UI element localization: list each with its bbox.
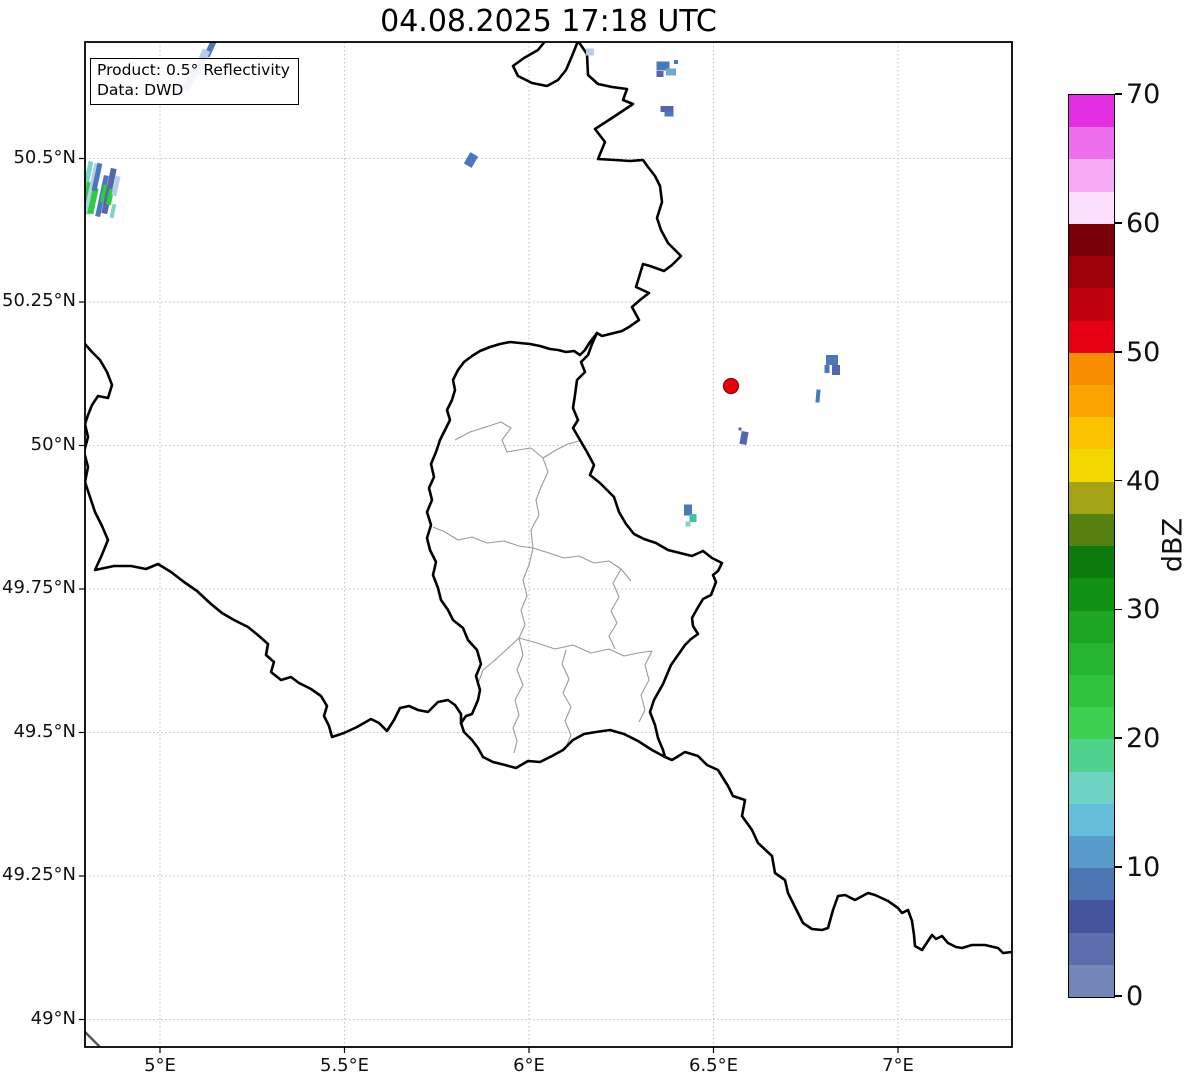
site-marker-dot bbox=[722, 377, 740, 395]
y-tick-label: 49.5°N bbox=[13, 720, 76, 742]
radar-map-figure: 04.08.2025 17:18 UTC Product: 0.5° Refle… bbox=[0, 0, 1202, 1081]
radar-echo-cell bbox=[689, 514, 697, 522]
colorbar-segment bbox=[1069, 868, 1114, 901]
y-tick-label: 50°N bbox=[30, 433, 76, 455]
canton-boundaries bbox=[432, 421, 653, 754]
radar-echo-cell bbox=[815, 389, 821, 403]
colorbar-segment bbox=[1069, 674, 1114, 708]
colorbar-segment bbox=[1069, 223, 1114, 257]
x-tick-label: 5°E bbox=[144, 1055, 176, 1076]
colorbar-segment bbox=[1069, 320, 1114, 353]
colorbar-segment bbox=[1069, 642, 1114, 675]
colorbar-tick-mark bbox=[1114, 608, 1122, 611]
colorbar-tick-label: 0 bbox=[1126, 981, 1144, 1012]
colorbar-tick-label: 50 bbox=[1126, 336, 1161, 368]
colorbar-segment bbox=[1069, 513, 1114, 547]
colorbar-segment bbox=[1069, 836, 1114, 869]
border-corner-fragment bbox=[85, 1030, 101, 1047]
radar-echo-cell bbox=[685, 521, 691, 527]
colorbar-tick-mark bbox=[1114, 479, 1122, 482]
colorbar-tick-mark bbox=[1114, 866, 1122, 868]
border-luxembourg bbox=[425, 331, 724, 770]
colorbar-segment bbox=[1069, 481, 1114, 514]
colorbar-ramp bbox=[1068, 94, 1115, 998]
colorbar-segment bbox=[1069, 964, 1114, 998]
colorbar-tick-mark bbox=[1114, 93, 1122, 95]
colorbar-segment bbox=[1069, 384, 1114, 418]
colorbar-tick-label: 70 bbox=[1126, 79, 1161, 110]
colorbar-segment bbox=[1069, 739, 1114, 772]
x-tick-label: 7°E bbox=[882, 1055, 914, 1076]
product-line: Product: 0.5° Reflectivity bbox=[97, 61, 290, 79]
radar-site-marker bbox=[722, 377, 740, 395]
country-borders bbox=[85, 42, 1012, 1047]
colorbar-segment bbox=[1069, 803, 1114, 837]
radar-echo-cell bbox=[684, 504, 692, 516]
radar-echo-cell bbox=[586, 48, 594, 56]
y-tick-label: 49.75°N bbox=[2, 577, 76, 598]
border-france-belgium bbox=[85, 342, 463, 739]
colorbar-segment bbox=[1069, 417, 1114, 450]
radar-echo-cell bbox=[664, 111, 674, 117]
border-france-germany bbox=[663, 750, 1012, 955]
colorbar-segment bbox=[1069, 95, 1114, 128]
radar-echo-cell bbox=[666, 68, 676, 76]
colorbar-segment bbox=[1069, 191, 1114, 224]
colorbar-segment bbox=[1069, 610, 1114, 643]
colorbar-segment bbox=[1069, 449, 1114, 482]
radar-echo-cell bbox=[660, 106, 674, 112]
radar-echo-cell bbox=[824, 365, 830, 373]
radar-echo-cell bbox=[463, 152, 479, 168]
colorbar-segment bbox=[1069, 578, 1114, 611]
x-tick-label: 5.5°E bbox=[320, 1055, 369, 1076]
radar-echo-cell bbox=[674, 60, 678, 64]
colorbar-tick-mark bbox=[1114, 995, 1122, 997]
colorbar-tick-mark bbox=[1114, 222, 1122, 224]
colorbar-tick-label: 40 bbox=[1126, 465, 1161, 497]
colorbar-segment bbox=[1069, 352, 1114, 385]
colorbar-segment bbox=[1069, 546, 1114, 579]
radar-echo-cell bbox=[832, 365, 840, 375]
y-tick-label: 50.25°N bbox=[2, 290, 76, 311]
gridlines bbox=[79, 42, 1012, 1053]
y-tick-label: 50.5°N bbox=[13, 146, 76, 168]
colorbar-axis-label: dBZ bbox=[1157, 517, 1189, 573]
radar-echoes bbox=[85, 42, 840, 527]
colorbar-segment bbox=[1069, 288, 1114, 321]
x-tick-label: 6.5°E bbox=[689, 1055, 738, 1076]
border-belgium-germany bbox=[511, 42, 683, 338]
colorbar-segment bbox=[1069, 256, 1114, 289]
colorbar-segment bbox=[1069, 932, 1114, 965]
colorbar-segment bbox=[1069, 771, 1114, 804]
colorbar-tick-label: 60 bbox=[1126, 207, 1161, 239]
colorbar-tick-label: 20 bbox=[1126, 723, 1161, 755]
y-tick-label: 49.25°N bbox=[2, 864, 76, 885]
radar-echo-cell bbox=[656, 71, 664, 77]
colorbar-tick-mark bbox=[1114, 350, 1122, 353]
colorbar-segment bbox=[1069, 159, 1114, 192]
radar-echo-cell bbox=[738, 427, 742, 431]
product-info-box: Product: 0.5° Reflectivity Data: DWD bbox=[90, 58, 299, 105]
colorbar-tick-label: 10 bbox=[1126, 852, 1161, 884]
radar-echo-cell bbox=[739, 430, 749, 446]
radar-echo-cell bbox=[826, 355, 838, 365]
colorbar-segment bbox=[1069, 127, 1114, 160]
data-source-line: Data: DWD bbox=[97, 81, 184, 100]
map-plot bbox=[79, 41, 1013, 1053]
y-tick-label: 49°N bbox=[30, 1007, 76, 1029]
colorbar-segment bbox=[1069, 707, 1114, 740]
map-frame bbox=[84, 41, 1013, 1048]
x-tick-label: 6°E bbox=[513, 1055, 545, 1076]
colorbar-tick-mark bbox=[1114, 737, 1122, 740]
colorbar-segment bbox=[1069, 900, 1114, 933]
radar-echo-cell bbox=[109, 203, 117, 219]
colorbar-tick-label: 30 bbox=[1126, 594, 1161, 626]
